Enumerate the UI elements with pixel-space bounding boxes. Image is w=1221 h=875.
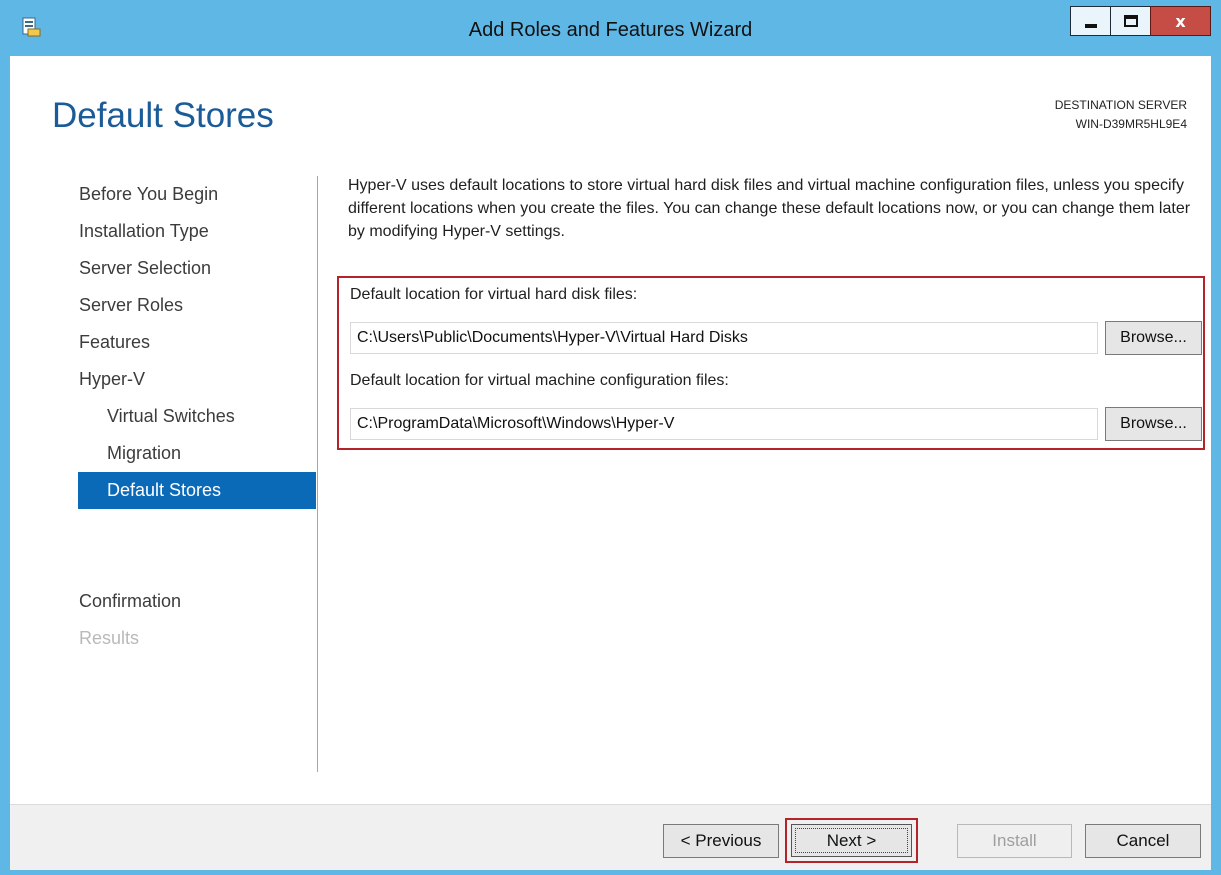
vhd-location-input[interactable]: C:\Users\Public\Documents\Hyper-V\Virtua…	[350, 322, 1098, 354]
maximize-button[interactable]	[1110, 6, 1151, 36]
destination-server-name: WIN-D39MR5HL9E4	[1075, 117, 1187, 131]
install-button: Install	[957, 824, 1072, 858]
next-button-highlight: Next >	[785, 818, 918, 863]
config-location-input[interactable]: C:\ProgramData\Microsoft\Windows\Hyper-V	[350, 408, 1098, 440]
destination-server-info: DESTINATION SERVER WIN-D39MR5HL9E4	[1055, 96, 1187, 134]
vhd-location-label: Default location for virtual hard disk f…	[350, 286, 638, 303]
wizard-client-area: Default Stores DESTINATION SERVER WIN-D3…	[10, 56, 1211, 804]
previous-button[interactable]: < Previous	[663, 824, 779, 858]
nav-divider	[317, 176, 318, 772]
minimize-button[interactable]	[1070, 6, 1111, 36]
nav-item-migration[interactable]: Migration	[78, 435, 316, 472]
title-bar[interactable]: Add Roles and Features Wizard x	[0, 0, 1221, 56]
nav-item-before-you-begin[interactable]: Before You Begin	[78, 176, 316, 213]
default-stores-content: Hyper-V uses default locations to store …	[337, 174, 1205, 450]
nav-item-virtual-switches[interactable]: Virtual Switches	[78, 398, 316, 435]
close-button[interactable]: x	[1150, 6, 1211, 36]
destination-server-label: DESTINATION SERVER	[1054, 98, 1187, 112]
window-controls: x	[1070, 6, 1211, 36]
next-button[interactable]: Next >	[791, 824, 912, 857]
config-browse-button[interactable]: Browse...	[1105, 407, 1202, 441]
nav-item-server-roles[interactable]: Server Roles	[78, 287, 316, 324]
minimize-icon	[1084, 24, 1097, 28]
window-bottom-frame	[0, 870, 1221, 875]
close-icon: x	[1175, 11, 1186, 31]
vhd-browse-button[interactable]: Browse...	[1105, 321, 1202, 355]
nav-item-confirmation[interactable]: Confirmation	[78, 583, 316, 620]
nav-item-installation-type[interactable]: Installation Type	[78, 213, 316, 250]
cancel-button[interactable]: Cancel	[1085, 824, 1201, 858]
nav-item-hyper-v[interactable]: Hyper-V	[78, 361, 316, 398]
nav-item-default-stores[interactable]: Default Stores	[78, 472, 316, 509]
wizard-steps-nav: Before You Begin Installation Type Serve…	[78, 176, 316, 657]
intro-text: Hyper-V uses default locations to store …	[348, 177, 1191, 240]
nav-item-server-selection[interactable]: Server Selection	[78, 250, 316, 287]
config-location-label: Default location for virtual machine con…	[350, 372, 729, 389]
wizard-footer: < Previous Next > Install Cancel	[10, 804, 1211, 870]
nav-item-results: Results	[79, 628, 140, 648]
store-locations-highlight: Default location for virtual hard disk f…	[337, 276, 1205, 450]
page-title: Default Stores	[52, 96, 274, 135]
wizard-window: Add Roles and Features Wizard x Default …	[0, 0, 1221, 875]
maximize-icon	[1123, 15, 1138, 27]
nav-item-features[interactable]: Features	[78, 324, 316, 361]
window-title: Add Roles and Features Wizard	[468, 19, 753, 41]
